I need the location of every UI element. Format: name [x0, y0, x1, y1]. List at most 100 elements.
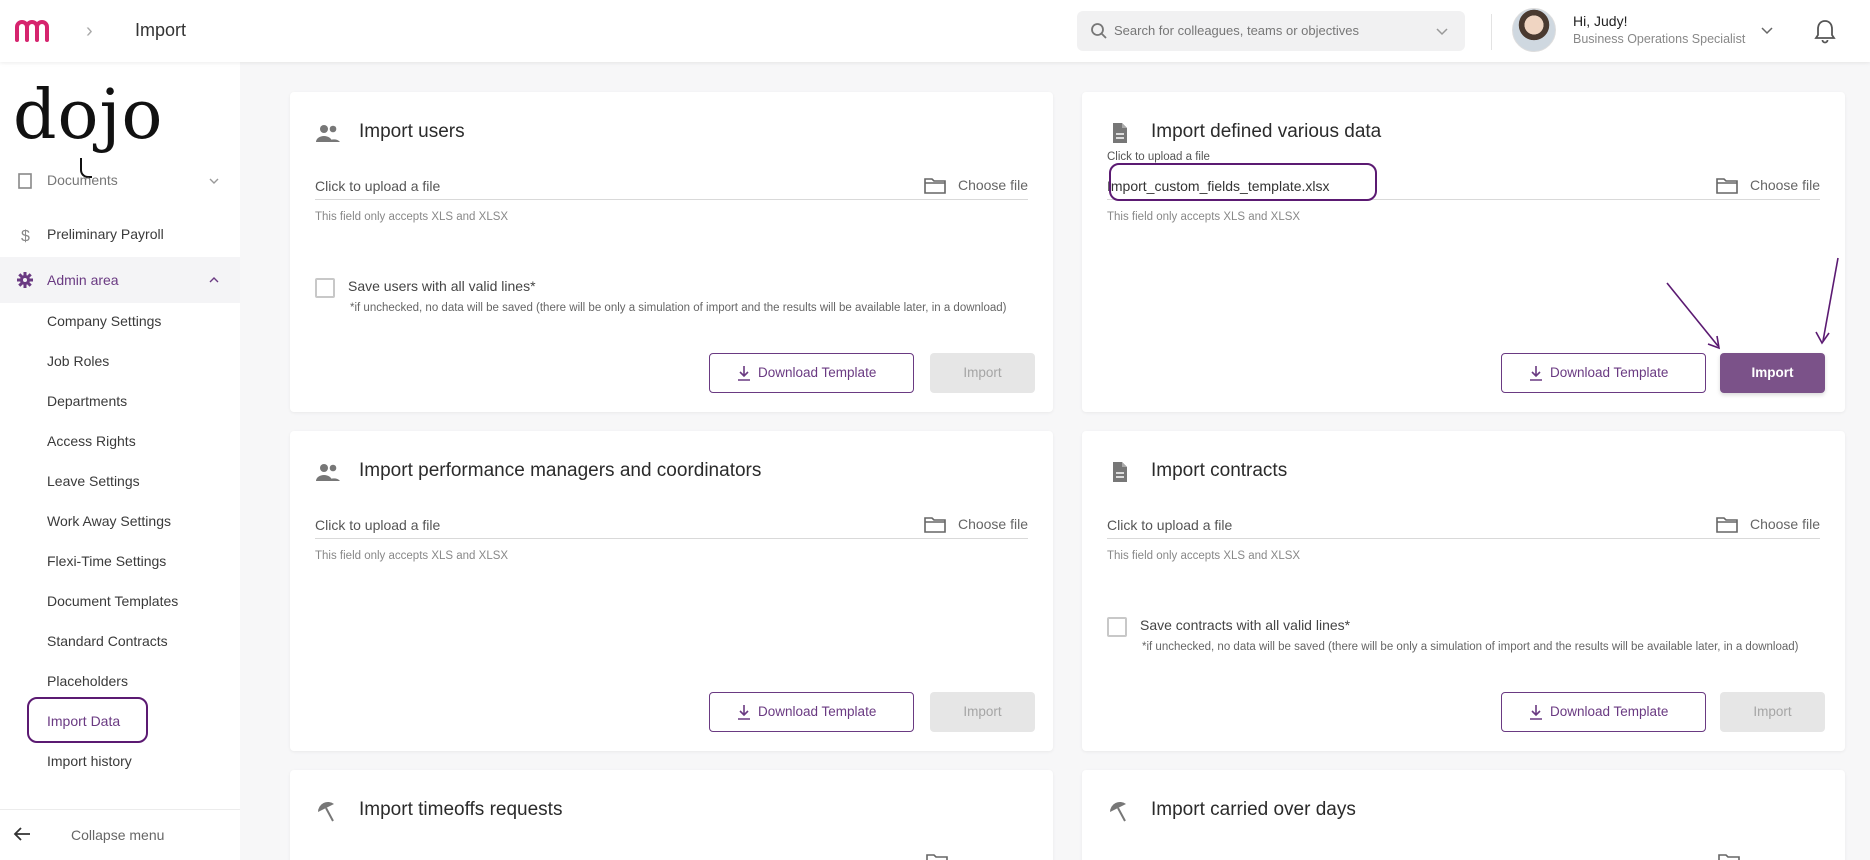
- download-icon: [738, 705, 750, 720]
- card-import-managers: Import performance managers and coordina…: [290, 431, 1053, 751]
- file-upload-field[interactable]: Click to upload a file Choose file: [315, 172, 1028, 200]
- import-button[interactable]: Import: [1720, 692, 1825, 732]
- upload-placeholder: Click to upload a file: [315, 517, 441, 533]
- avatar[interactable]: [1512, 8, 1556, 52]
- sidebar-subitem-placeholders[interactable]: Placeholders: [47, 673, 128, 689]
- import-button[interactable]: Import: [1720, 353, 1825, 393]
- upload-placeholder: Click to upload a file: [315, 178, 441, 194]
- field-hint: This field only accepts XLS and XLSX: [315, 550, 509, 562]
- collapse-menu-label: Collapse menu: [71, 827, 165, 843]
- card-import-carried-days: Import carried over days: [1082, 770, 1845, 860]
- card-import-timeoffs: Import timeoffs requests: [290, 770, 1053, 860]
- download-template-button[interactable]: Download Template: [709, 353, 914, 393]
- field-hint: This field only accepts XLS and XLSX: [315, 211, 509, 223]
- breadcrumb-separator: ›: [86, 20, 93, 42]
- file-upload-field[interactable]: Click to upload a file Choose file: [1107, 511, 1820, 539]
- sidebar-item-payroll[interactable]: $ Preliminary Payroll: [0, 214, 240, 254]
- folder-icon[interactable]: [1716, 515, 1738, 533]
- chevron-down-icon: [209, 178, 219, 184]
- file-upload-field[interactable]: Import_custom_fields_template.xlsx Choos…: [1107, 163, 1820, 201]
- document-icon: [1113, 123, 1127, 143]
- save-users-checkbox[interactable]: [315, 278, 335, 298]
- sidebar-subitem-work-away-settings[interactable]: Work Away Settings: [47, 513, 171, 529]
- choose-file-button[interactable]: Choose file: [1750, 516, 1820, 532]
- card-import-contracts: Import contracts Click to upload a file …: [1082, 431, 1845, 751]
- divider: [1491, 14, 1492, 50]
- field-hint: This field only accepts XLS and XLSX: [1107, 211, 1301, 223]
- button-label: Download Template: [1550, 365, 1669, 380]
- beach-umbrella-icon: [1110, 802, 1126, 822]
- card-import-users: Import users Click to upload a file Choo…: [290, 92, 1053, 412]
- sidebar-subitem-standard-contracts[interactable]: Standard Contracts: [47, 633, 168, 649]
- card-title: Import timeoffs requests: [359, 799, 563, 820]
- search-input[interactable]: Search for colleagues, teams or objectiv…: [1114, 23, 1359, 38]
- upload-placeholder: Click to upload a file: [1107, 517, 1233, 533]
- collapse-menu-button[interactable]: Collapse menu: [0, 809, 240, 860]
- svg-text:$: $: [21, 228, 30, 244]
- download-icon: [1530, 705, 1542, 720]
- folder-icon[interactable]: [924, 515, 946, 533]
- search-bar[interactable]: Search for colleagues, teams or objectiv…: [1077, 11, 1465, 51]
- simulation-note: *if unchecked, no data will be saved (th…: [350, 302, 1007, 314]
- folder-icon[interactable]: [1718, 852, 1740, 860]
- choose-file-button[interactable]: Choose file: [958, 516, 1028, 532]
- download-icon: [738, 366, 750, 381]
- sidebar-item-admin[interactable]: Admin area: [0, 257, 240, 303]
- download-template-button[interactable]: Download Template: [709, 692, 914, 732]
- top-bar: › Import Search for colleagues, teams or…: [0, 0, 1870, 62]
- download-template-button[interactable]: Download Template: [1501, 353, 1706, 393]
- page-title: Import: [135, 20, 187, 40]
- folder-icon[interactable]: [926, 852, 948, 860]
- folder-icon[interactable]: [1716, 176, 1738, 194]
- sidebar-subitem-company-settings[interactable]: Company Settings: [47, 313, 161, 329]
- card-title: Import defined various data: [1151, 121, 1382, 142]
- file-upload-field[interactable]: Click to upload a file Choose file: [315, 511, 1028, 539]
- bell-icon[interactable]: [1813, 18, 1837, 44]
- beach-umbrella-icon: [318, 802, 334, 822]
- card-title: Import carried over days: [1151, 799, 1356, 820]
- sidebar-subitem-document-templates[interactable]: Document Templates: [47, 593, 178, 609]
- folder-icon[interactable]: [924, 176, 946, 194]
- import-button[interactable]: Import: [930, 692, 1035, 732]
- checkbox-label: Save users with all valid lines*: [348, 278, 536, 294]
- gear-icon: [17, 272, 33, 288]
- field-hint: This field only accepts XLS and XLSX: [1107, 550, 1301, 562]
- sidebar-subitem-job-roles[interactable]: Job Roles: [47, 353, 109, 369]
- import-button[interactable]: Import: [930, 353, 1035, 393]
- save-contracts-checkbox[interactable]: [1107, 617, 1127, 637]
- card-import-defined-data: Import defined various data Click to upl…: [1082, 92, 1845, 412]
- simulation-note: *if unchecked, no data will be saved (th…: [1142, 641, 1799, 653]
- folder-icon: [18, 173, 32, 189]
- sidebar: dojo Documents $ Preliminary Payroll Adm…: [0, 62, 240, 860]
- button-label: Download Template: [758, 365, 877, 380]
- upload-label: Click to upload a file: [1107, 151, 1210, 163]
- app-logo-icon[interactable]: [14, 19, 52, 43]
- sidebar-subitem-import-history[interactable]: Import history: [47, 753, 132, 769]
- dollar-icon: $: [21, 228, 30, 244]
- download-template-button[interactable]: Download Template: [1501, 692, 1706, 732]
- sidebar-item-documents[interactable]: Documents: [0, 172, 240, 198]
- people-icon: [316, 464, 340, 481]
- choose-file-button[interactable]: Choose file: [958, 177, 1028, 193]
- sidebar-subitem-leave-settings[interactable]: Leave Settings: [47, 473, 140, 489]
- user-role: Business Operations Specialist: [1573, 32, 1746, 46]
- sidebar-subitem-flexi-time-settings[interactable]: Flexi-Time Settings: [47, 553, 166, 569]
- sidebar-item-label: Documents: [47, 172, 118, 188]
- checkbox-label: Save contracts with all valid lines*: [1140, 617, 1351, 633]
- button-label: Download Template: [1550, 704, 1669, 719]
- chevron-up-icon: [209, 277, 219, 283]
- download-icon: [1530, 366, 1542, 381]
- user-greeting[interactable]: Hi, Judy!: [1573, 13, 1627, 29]
- brand-logo: dojo: [13, 76, 164, 155]
- sidebar-subitem-departments[interactable]: Departments: [47, 393, 127, 409]
- card-title: Import users: [359, 121, 465, 142]
- search-icon: [1091, 23, 1107, 39]
- chevron-down-icon[interactable]: [1435, 25, 1449, 39]
- button-label: Download Template: [758, 704, 877, 719]
- annotation-highlight: [27, 697, 148, 743]
- chevron-down-icon[interactable]: [1760, 24, 1774, 38]
- sidebar-subitem-access-rights[interactable]: Access Rights: [47, 433, 136, 449]
- people-icon: [316, 125, 340, 142]
- choose-file-button[interactable]: Choose file: [1750, 177, 1820, 193]
- sidebar-item-label: Preliminary Payroll: [47, 226, 164, 242]
